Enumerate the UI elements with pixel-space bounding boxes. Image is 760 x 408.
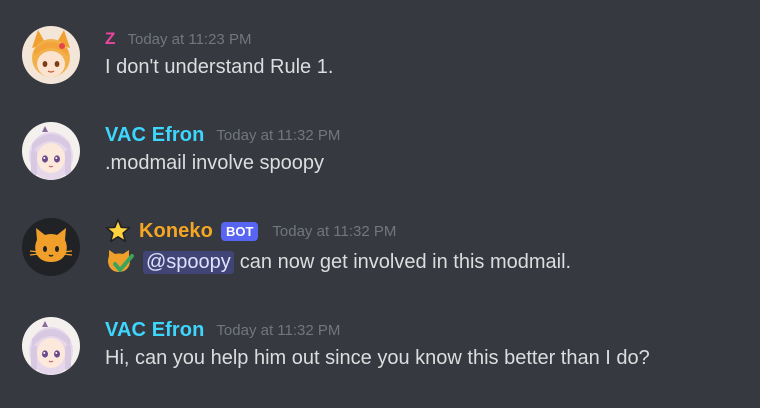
- message-timestamp[interactable]: Today at 11:23 PM: [127, 31, 251, 48]
- user-mention[interactable]: @spoopy: [143, 250, 234, 274]
- message-text: can now get involved in this modmail.: [239, 250, 572, 273]
- fox-girl-avatar-icon[interactable]: [22, 26, 80, 84]
- star-icon: [105, 218, 131, 244]
- username[interactable]: VAC Efron: [105, 319, 204, 342]
- message-text: .modmail involve spoopy: [105, 152, 324, 174]
- chat-message-list: Z Today at 11:23 PM I don't understand R…: [0, 0, 760, 408]
- message-timestamp[interactable]: Today at 11:32 PM: [216, 127, 340, 144]
- cat-avatar-icon[interactable]: [22, 218, 80, 276]
- username[interactable]: VAC Efron: [105, 124, 204, 147]
- message-item: Z Today at 11:23 PM I don't understand R…: [0, 26, 760, 110]
- username[interactable]: Koneko: [139, 220, 213, 243]
- message-item: Koneko BOT Today at 11:32 PM @spoopy can…: [0, 218, 760, 288]
- anime-girl-avatar-icon[interactable]: [22, 317, 80, 375]
- message-item: VAC Efron Today at 11:32 PM .modmail inv…: [0, 122, 760, 192]
- anime-girl-avatar-icon[interactable]: [22, 122, 80, 180]
- bot-badge: BOT: [220, 221, 259, 241]
- message-timestamp[interactable]: Today at 11:32 PM: [216, 322, 340, 339]
- username[interactable]: Z: [105, 29, 115, 49]
- message-text: Hi, can you help him out since you know …: [105, 347, 650, 369]
- cat-check-emoji-icon[interactable]: [105, 248, 135, 276]
- message-item: VAC Efron Today at 11:32 PM Hi, can you …: [0, 317, 760, 387]
- message-text: I don't understand Rule 1.: [105, 56, 334, 78]
- message-timestamp[interactable]: Today at 11:32 PM: [272, 223, 396, 240]
